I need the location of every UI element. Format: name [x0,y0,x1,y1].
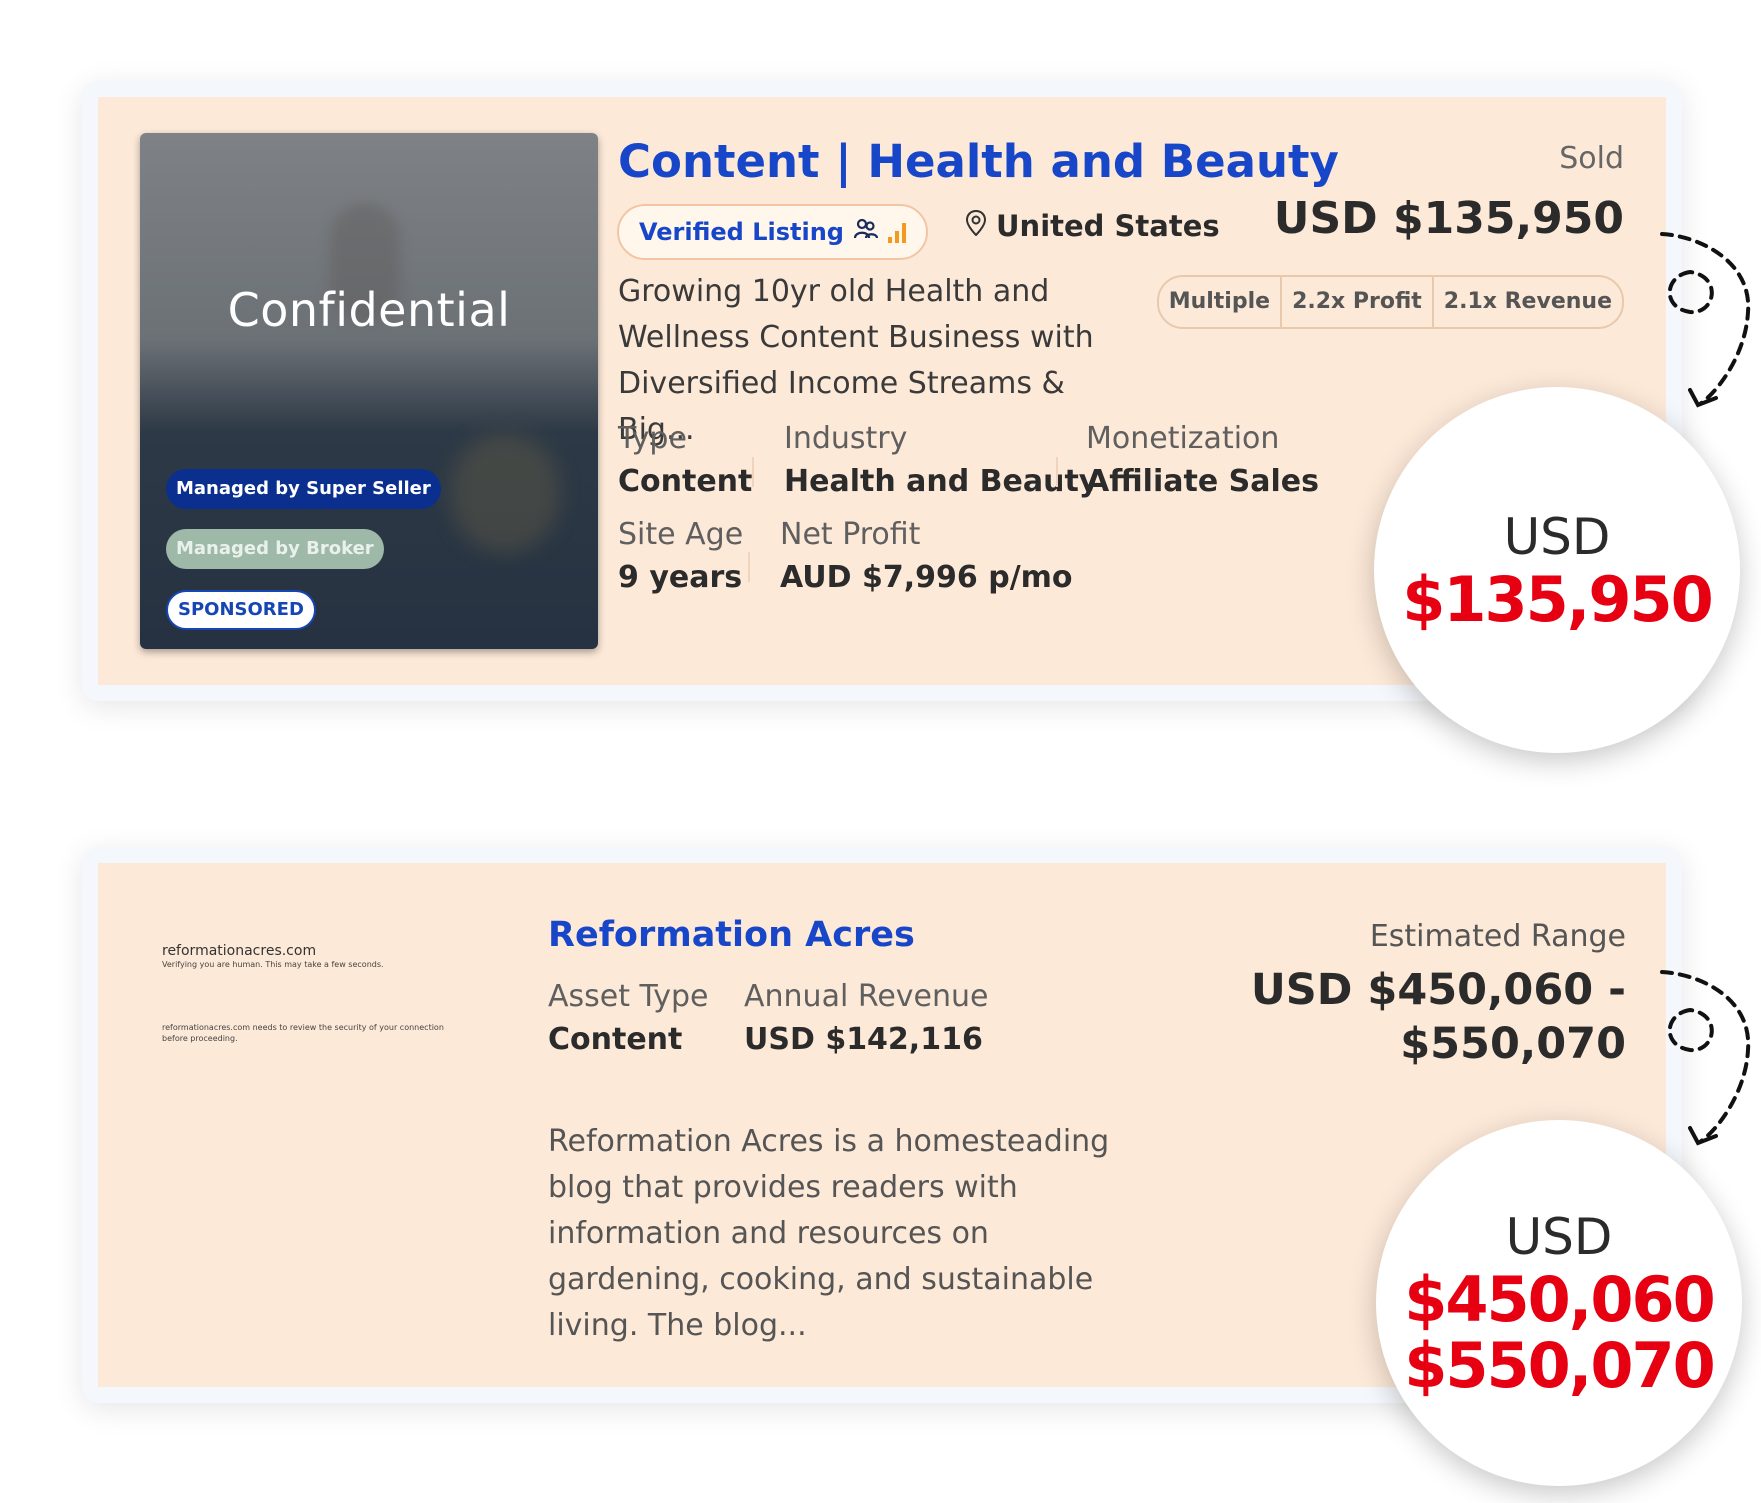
callout-currency: USD [1503,508,1611,566]
callout-amount-high: $550,070 [1404,1329,1716,1402]
callout-currency: USD [1505,1208,1613,1266]
price-callout-bubble: USD $135,950 [1374,387,1740,753]
callout-amount: $135,950 [1402,563,1714,636]
callout-amount-low: $450,060 [1404,1263,1716,1336]
price-range-callout-bubble: USD $450,060 $550,070 [1376,1120,1742,1486]
